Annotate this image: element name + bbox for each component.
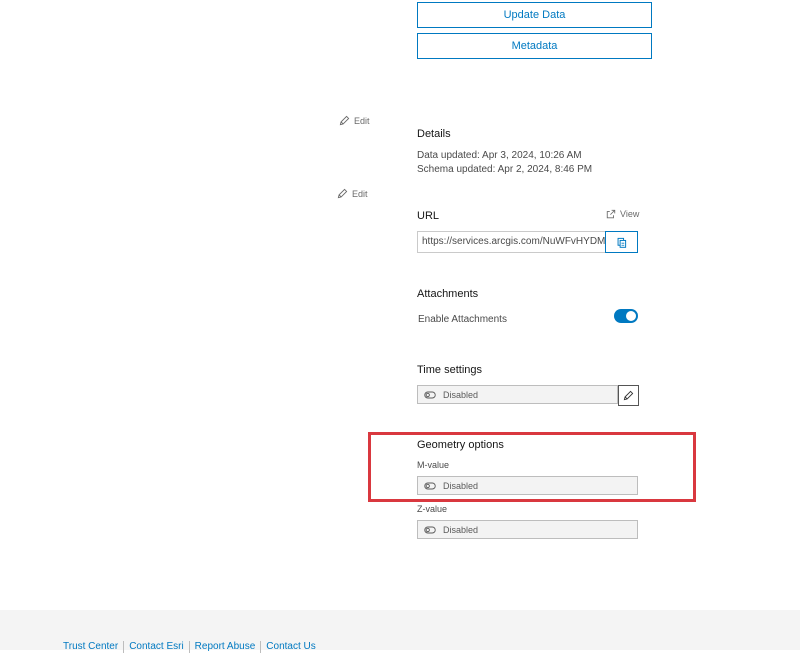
edit-url-link[interactable]: Edit xyxy=(337,188,368,199)
edit-label: Edit xyxy=(354,115,370,126)
m-value-status: Disabled xyxy=(417,476,638,495)
enable-attachments-label: Enable Attachments xyxy=(418,314,507,325)
update-data-button[interactable]: Update Data xyxy=(417,2,652,28)
toggle-knob xyxy=(625,310,637,322)
pencil-icon xyxy=(623,390,634,401)
attachments-title: Attachments xyxy=(417,288,479,300)
schema-updated-text: Schema updated: Apr 2, 2024, 8:46 PM xyxy=(417,164,593,175)
url-title: URL xyxy=(417,210,440,222)
time-settings-title: Time settings xyxy=(417,364,483,376)
toggle-off-icon xyxy=(424,391,436,398)
toggle-off-icon xyxy=(424,526,436,533)
m-value-label: M-value xyxy=(417,460,450,470)
z-value-label: Z-value xyxy=(417,504,448,514)
time-status-text: Disabled xyxy=(443,389,479,400)
edit-time-settings-button[interactable] xyxy=(618,385,639,406)
url-input[interactable]: https://services.arcgis.com/NuWFvHYDMVmm… xyxy=(417,231,606,253)
z-status-text: Disabled xyxy=(443,524,479,535)
url-field-group: https://services.arcgis.com/NuWFvHYDMVmm… xyxy=(417,231,638,253)
pencil-icon xyxy=(339,115,350,126)
page-footer: Trust Center Contact Esri Report Abuse C… xyxy=(0,610,800,653)
geometry-options-title: Geometry options xyxy=(417,439,504,451)
m-status-text: Disabled xyxy=(443,480,479,491)
data-updated-text: Data updated: Apr 3, 2024, 10:26 AM xyxy=(417,150,582,161)
edit-details-link[interactable]: Edit xyxy=(339,115,370,126)
time-settings-status: Disabled xyxy=(417,385,618,404)
edit-label: Edit xyxy=(352,188,368,199)
view-url-link[interactable]: View xyxy=(606,209,639,219)
copy-icon xyxy=(617,237,627,248)
footer-link-contact-esri[interactable]: Contact Esri xyxy=(123,641,188,653)
footer-link-contact-us[interactable]: Contact Us xyxy=(260,641,320,653)
footer-link-report-abuse[interactable]: Report Abuse xyxy=(188,641,261,653)
z-value-status: Disabled xyxy=(417,520,638,539)
external-link-icon xyxy=(606,209,616,219)
copy-url-button[interactable] xyxy=(605,231,638,253)
pencil-icon xyxy=(337,188,348,199)
view-label: View xyxy=(620,209,640,219)
footer-links: Trust Center Contact Esri Report Abuse C… xyxy=(63,641,321,653)
details-title: Details xyxy=(417,128,451,140)
toggle-off-icon xyxy=(424,482,436,489)
footer-link-trust-center[interactable]: Trust Center xyxy=(63,641,123,653)
enable-attachments-toggle[interactable] xyxy=(614,309,638,323)
metadata-button[interactable]: Metadata xyxy=(417,33,652,59)
